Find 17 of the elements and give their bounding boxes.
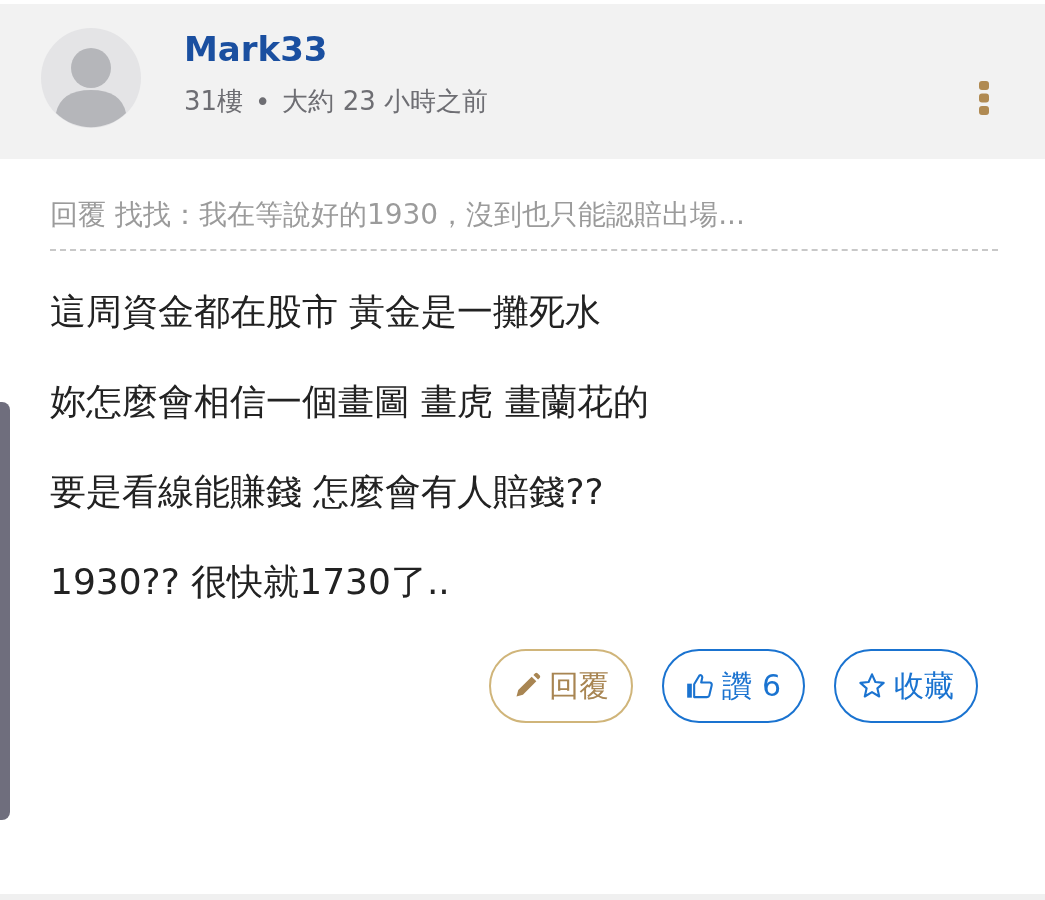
post-time: 大約 23 小時之前 <box>282 85 489 118</box>
post-text: 要是看線能賺錢 怎麼會有人賠錢?? <box>50 470 605 514</box>
post-text: 妳怎麼會相信一個畫圖 畫虎 畫蘭花的 <box>50 380 650 424</box>
author-name[interactable]: Mark33 <box>184 28 489 70</box>
like-button[interactable]: 讚 6 <box>662 649 805 723</box>
star-icon <box>858 672 886 700</box>
post-text: 這周資金都在股市 黃金是一攤死水 <box>50 290 603 334</box>
thumbs-up-icon <box>686 672 715 700</box>
floor-number: 31樓 <box>184 85 244 118</box>
avatar-icon <box>41 28 141 128</box>
favorite-button[interactable]: 收藏 <box>834 649 978 723</box>
reply-button[interactable]: 回覆 <box>489 649 634 723</box>
edge-handle[interactable] <box>0 402 10 820</box>
separator: • <box>255 86 271 117</box>
more-icon[interactable] <box>979 81 989 115</box>
post-text: 1930?? 很快就1730了.. <box>50 560 451 604</box>
quoted-reply: 回覆 找找：我在等說好的1930，沒到也只能認賠出場... <box>50 195 998 251</box>
